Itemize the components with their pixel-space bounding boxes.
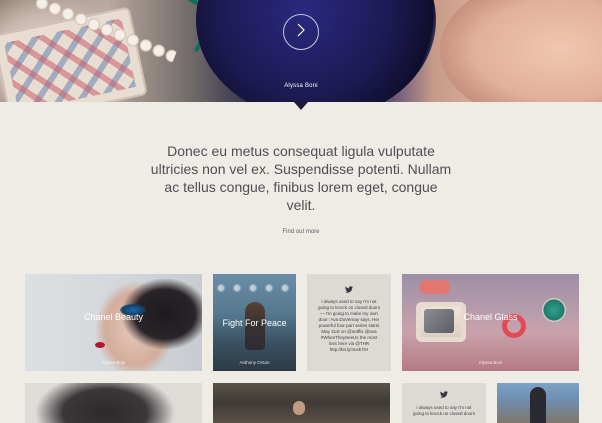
tile-tweet[interactable]: I always used to say I'm not going to kn… xyxy=(307,274,391,371)
tile-title: Chanel Beauty xyxy=(83,312,144,322)
tile-credit: Alyssa Boni xyxy=(101,360,126,365)
tile-title: Chanel Glass xyxy=(463,312,518,322)
tile-credit: Alyssa Boni xyxy=(478,360,503,365)
tile-glass-shoes xyxy=(420,280,450,294)
hero-caption: Alyssa Boni xyxy=(284,83,318,89)
tile-title: Fight For Peace xyxy=(222,318,287,328)
tweet-text: I always used to say I'm not going to kn… xyxy=(412,405,476,416)
tile-credit: Anthony Orson xyxy=(239,360,270,365)
tile-chanel-glass[interactable]: Chanel Glass Alyssa Boni xyxy=(402,274,579,371)
tile-fight-for-peace[interactable]: Fight For Peace Anthony Orson xyxy=(213,274,296,371)
tile-hat-figure xyxy=(530,387,546,423)
hero-pointer-icon xyxy=(294,102,308,110)
tile-street-scene[interactable] xyxy=(213,383,390,423)
tile-person-hat[interactable] xyxy=(497,383,579,423)
tile-chanel-beauty[interactable]: Chanel Beauty Alyssa Boni xyxy=(25,274,202,371)
tile-beauty-lip xyxy=(95,342,105,348)
twitter-bird-icon xyxy=(402,391,486,400)
tile-tweet[interactable]: I always used to say I'm not going to kn… xyxy=(402,383,486,423)
tile-portrait-dark-hair[interactable] xyxy=(25,383,202,423)
twitter-bird-icon xyxy=(307,286,391,295)
hero-banner: Alyssa Boni xyxy=(0,0,602,102)
find-out-more-link[interactable]: Find out more xyxy=(0,229,602,235)
hero-next-button[interactable] xyxy=(283,14,319,50)
tile-fight-lights xyxy=(213,280,296,300)
tile-street-person xyxy=(293,401,305,415)
tweet-text: I always used to say I'm not going to kn… xyxy=(317,299,381,352)
chevron-right-icon xyxy=(296,23,306,42)
intro-quote: Donec eu metus consequat ligula vulputat… xyxy=(150,143,452,213)
tile-glass-tv xyxy=(416,302,466,342)
